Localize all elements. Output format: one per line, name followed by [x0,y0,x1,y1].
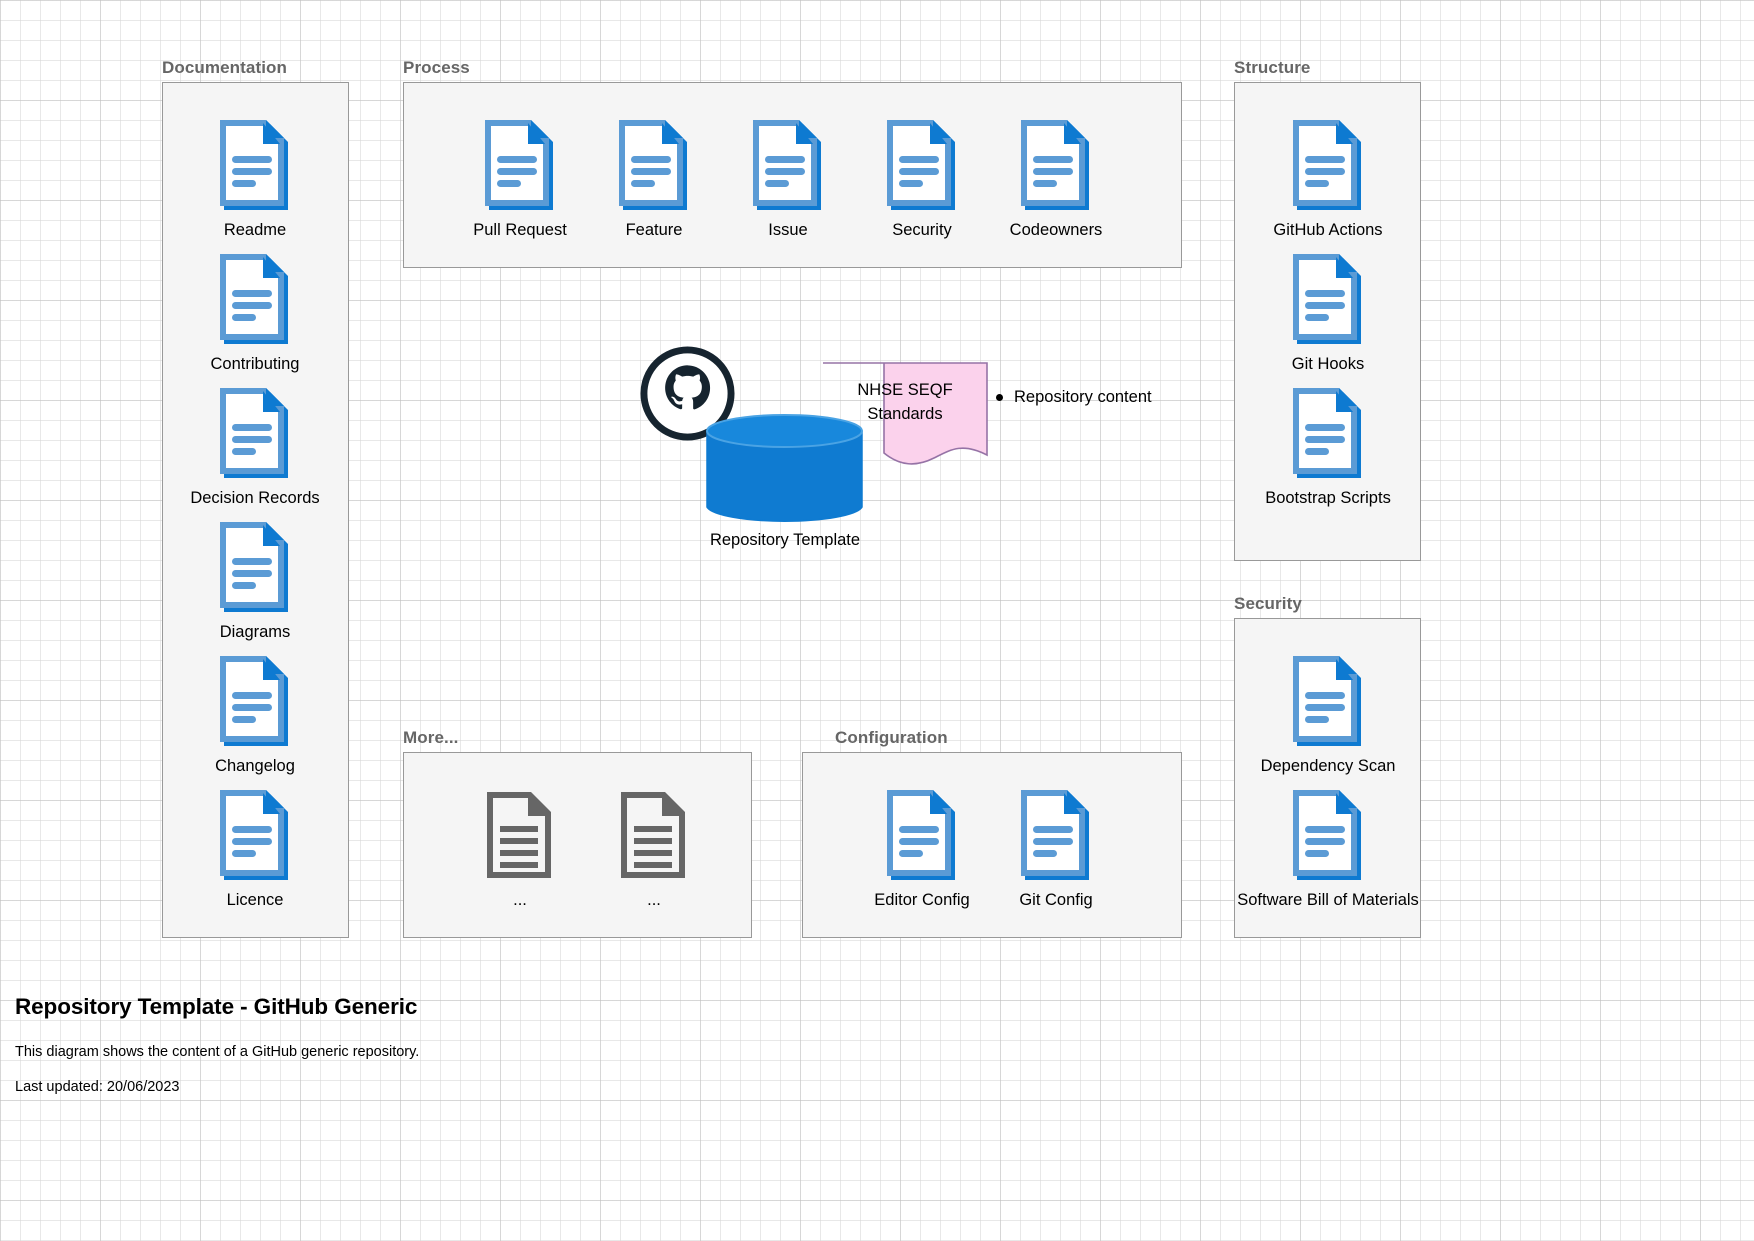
node-label: Git Hooks [1291,355,1365,373]
page-title: Repository Template - GitHub Generic [15,994,418,1019]
legend: Repository content [996,388,1152,407]
node-contributing: Contributing [196,252,314,374]
node-github-actions: GitHub Actions [1269,118,1387,240]
node-label: Diagrams [219,623,291,641]
document-blue-icon [883,788,961,886]
node-more: ... [461,788,579,910]
node-security: Security [863,118,981,240]
document-blue-icon [1289,654,1367,752]
node-decision-records: Decision Records [190,386,320,508]
last-updated-text: Last updated: 20/06/2023 [15,1079,180,1095]
node-diagrams: Diagrams [196,520,314,642]
document-blue-icon [749,118,827,216]
node-readme: Readme [196,118,314,240]
group-title-more: More... [403,728,459,747]
document-blue-icon [216,118,294,216]
document-blue-icon [615,118,693,216]
node-label: GitHub Actions [1273,221,1383,239]
node-editor-config: Editor Config [863,788,981,910]
node-licence: Licence [196,788,314,910]
document-blue-icon [1289,386,1367,484]
document-blue-icon [216,788,294,886]
node-bootstrap-scripts: Bootstrap Scripts [1265,386,1391,508]
database-label: Repository Template [709,531,861,549]
node-issue: Issue [729,118,847,240]
node-changelog: Changelog [196,654,314,776]
node-label: Software Bill of Materials [1237,891,1419,909]
group-title-documentation: Documentation [162,58,288,77]
node-label: ... [513,891,527,909]
node-label: Bootstrap Scripts [1265,489,1391,507]
node-label: Contributing [210,355,300,373]
node-pull-request: Pull Request [461,118,579,240]
document-gray-icon [615,788,693,886]
diagram-footer: Repository Template - GitHub Generic Thi… [15,994,419,1095]
node-label: Readme [223,221,287,239]
node-software-bill-of-materials: Software Bill of Materials [1237,788,1419,910]
legend-label: Repository content [1014,388,1152,406]
group-configuration [802,752,1182,938]
group-title-security: Security [1234,594,1302,613]
document-blue-icon [883,118,961,216]
node-label: Dependency Scan [1260,757,1396,775]
document-blue-icon [1017,118,1095,216]
document-blue-icon [216,386,294,484]
group-title-process: Process [403,58,470,77]
node-feature: Feature [595,118,713,240]
node-label: Security [892,221,952,239]
node-label: Git Config [1019,891,1093,909]
node-git-hooks: Git Hooks [1269,252,1387,374]
group-title-configuration: Configuration [835,728,948,747]
document-blue-icon [216,654,294,752]
node-label: Codeowners [1009,221,1103,239]
node-label: Feature [625,221,683,239]
document-blue-icon [1017,788,1095,886]
legend-bullet-icon [996,394,1003,401]
node-label: Licence [226,891,284,909]
document-blue-icon [1289,118,1367,216]
node-label: Editor Config [874,891,970,909]
document-blue-icon [1289,252,1367,350]
node-label: Changelog [215,757,295,775]
node-dependency-scan: Dependency Scan [1261,654,1395,776]
document-blue-icon [216,252,294,350]
node-label: Pull Request [473,221,567,239]
node-more: ... [595,788,713,910]
document-gray-icon [481,788,559,886]
diagram-description: This diagram shows the content of a GitH… [15,1044,420,1060]
node-label: Issue [768,221,808,239]
node-codeowners: Codeowners [997,118,1115,240]
document-blue-icon [216,520,294,618]
node-label: ... [647,891,661,909]
seqf-standards-note [822,362,988,466]
document-blue-icon [1289,788,1367,886]
node-label: Decision Records [190,489,320,507]
group-title-structure: Structure [1234,58,1311,77]
node-git-config: Git Config [997,788,1115,910]
document-blue-icon [481,118,559,216]
